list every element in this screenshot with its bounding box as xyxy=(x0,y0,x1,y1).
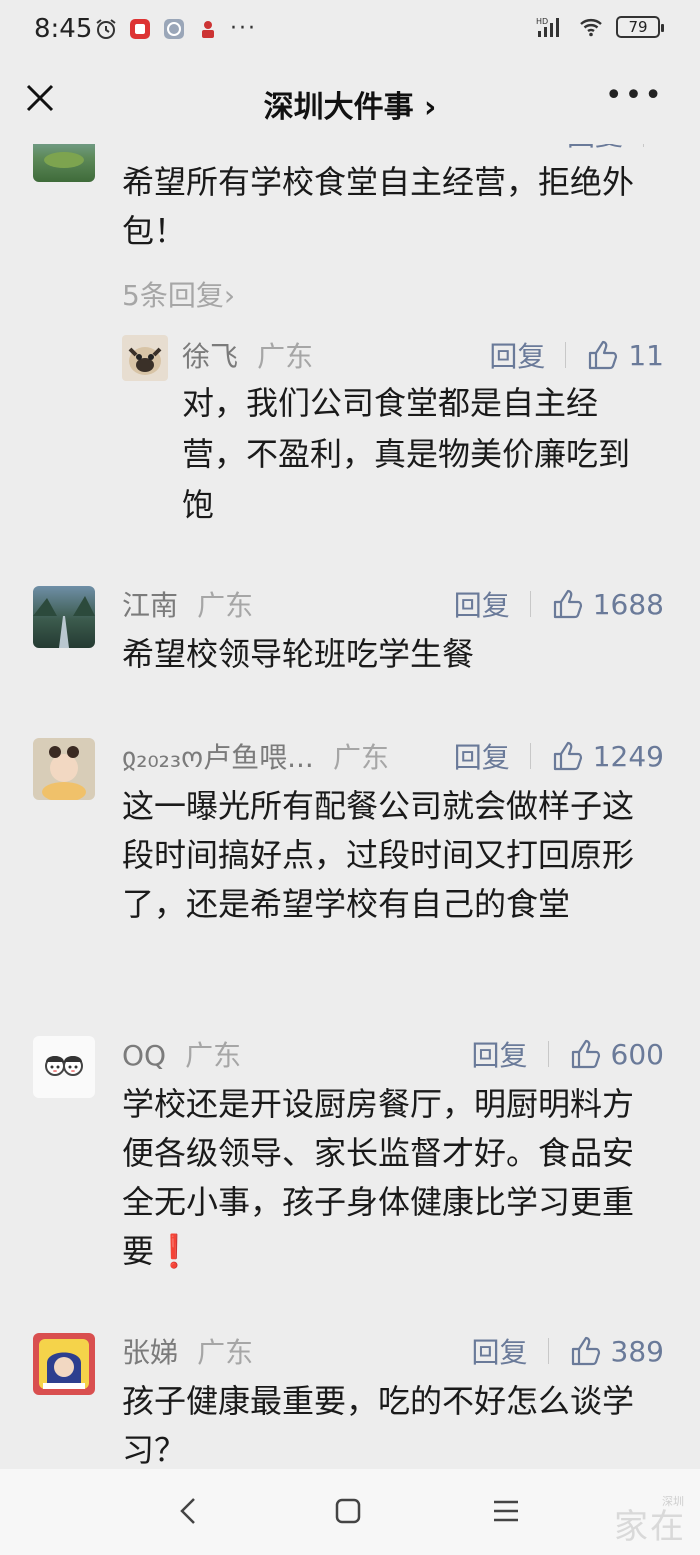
avatar[interactable] xyxy=(33,1333,95,1395)
like-button[interactable]: 600 xyxy=(569,1037,664,1071)
comment-author[interactable]: ჲ₂₀₂₃ო卢鱼喂... xyxy=(122,736,314,776)
comment-author[interactable]: 张娣 xyxy=(122,1331,178,1371)
home-icon[interactable] xyxy=(328,1491,368,1531)
like-button[interactable]: 1688 xyxy=(551,587,664,621)
comment-header: 张娣 广东 回复 389 xyxy=(122,1331,664,1371)
reply-button[interactable]: 回复 xyxy=(567,144,623,154)
author-region: 广东 xyxy=(197,589,254,622)
comment-header: ჲ₂₀₂₃ო卢鱼喂... 广东 回复 1249 xyxy=(122,736,664,776)
comment-text: 希望校领导轮班吃学生餐 xyxy=(122,635,475,673)
divider xyxy=(547,1338,549,1364)
reply-button[interactable]: 回复 xyxy=(454,584,510,624)
thumbs-up-icon xyxy=(553,741,582,771)
nav-bar: 深圳大件事 › ••• xyxy=(0,62,700,144)
divider xyxy=(547,1041,549,1067)
reply-header: 徐飞 广东 回复 11 xyxy=(182,335,664,375)
system-nav-bar: 家在 深圳 xyxy=(0,1469,700,1555)
avatar[interactable] xyxy=(122,335,168,381)
comment-text: 学校还是开设厨房餐厅，明厨明料方便各级领导、家长监督才好。食品安全无小事，孩子身… xyxy=(122,1085,635,1270)
more-notifications: ··· xyxy=(230,16,257,41)
like-button[interactable]: 11 xyxy=(586,338,664,372)
like-button[interactable]: 1249 xyxy=(551,739,664,773)
reply-button[interactable]: 回复 xyxy=(472,1331,528,1371)
thumbs-up-icon xyxy=(571,1336,600,1366)
like-button[interactable]: 389 xyxy=(569,1334,664,1368)
back-icon[interactable] xyxy=(170,1491,210,1531)
signal-icon: HD xyxy=(536,17,559,37)
more-icon[interactable]: ••• xyxy=(605,78,664,113)
divider xyxy=(565,342,567,368)
reply-button[interactable]: 回复 xyxy=(489,335,545,375)
svg-text:HD: HD xyxy=(536,17,548,26)
watermark: 家在 深圳 xyxy=(614,1495,686,1548)
comment-author[interactable]: OQ xyxy=(122,1039,166,1072)
reply-author[interactable]: 徐飞 xyxy=(182,335,238,375)
reply-button[interactable]: 回复 xyxy=(454,736,510,776)
page-title[interactable]: 深圳大件事 › xyxy=(0,82,700,126)
status-time: 8:45 xyxy=(34,14,93,44)
author-region: 广东 xyxy=(185,1039,242,1072)
reply-text: 对，我们公司食堂都是自主经营，不盈利，真是物美价廉吃到饱 xyxy=(182,384,631,524)
comment-header: 江南 广东 回复 1688 xyxy=(122,584,664,624)
avatar[interactable] xyxy=(33,738,95,800)
comment-text: 希望所有学校食堂自主经营，拒绝外包！ xyxy=(122,163,635,250)
avatar[interactable] xyxy=(33,144,95,182)
avatar[interactable] xyxy=(33,1036,95,1098)
menu-icon[interactable] xyxy=(486,1491,526,1531)
watermark-sub: 深圳 xyxy=(662,1495,684,1508)
like-count: 11 xyxy=(628,338,664,372)
status-notifications: ··· xyxy=(94,16,257,41)
divider xyxy=(529,743,531,769)
reply-button[interactable]: 回复 xyxy=(472,1034,528,1074)
author-region: 广东 xyxy=(257,340,314,373)
comment-text: 这一曝光所有配餐公司就会做样子这段时间搞好点，过段时间又打回原形了，还是希望学校… xyxy=(122,787,635,923)
comment-author[interactable]: 江南 xyxy=(122,584,178,624)
divider xyxy=(643,144,644,147)
app-notify-icon xyxy=(130,18,150,39)
divider xyxy=(529,591,531,617)
like-count: 1688 xyxy=(592,587,664,621)
like-count: 1249 xyxy=(592,739,664,773)
wifi-icon xyxy=(580,19,602,37)
comment-text: 孩子健康最重要，吃的不好怎么谈学习？ xyxy=(122,1382,635,1469)
author-region: 广东 xyxy=(332,741,389,774)
comment-header: OQ 广东 回复 600 xyxy=(122,1034,664,1074)
thumbs-up-icon xyxy=(589,340,618,370)
thumbs-up-icon xyxy=(571,1039,600,1069)
wechat-icon xyxy=(164,18,184,39)
thumbs-up-icon xyxy=(553,589,582,619)
cake-icon xyxy=(202,20,214,38)
comment-feed[interactable]: 回复 希望所有学校食堂自主经营，拒绝外包！ 5条回复› 徐飞 广东 回复 11 … xyxy=(0,144,700,1469)
watermark-main: 家在 xyxy=(614,1507,686,1547)
more-replies-link[interactable]: 5条回复› xyxy=(122,274,235,314)
author-region: 广东 xyxy=(197,1336,254,1369)
status-system: HD 79 xyxy=(536,15,664,39)
avatar[interactable] xyxy=(33,586,95,648)
comment-header: 回复 xyxy=(122,144,664,154)
battery-icon: 79 xyxy=(616,16,664,38)
like-count: 389 xyxy=(610,1334,664,1368)
status-bar: 8:45 ··· HD 79 xyxy=(0,0,700,62)
alarm-icon xyxy=(96,18,116,39)
like-count: 600 xyxy=(610,1037,664,1071)
